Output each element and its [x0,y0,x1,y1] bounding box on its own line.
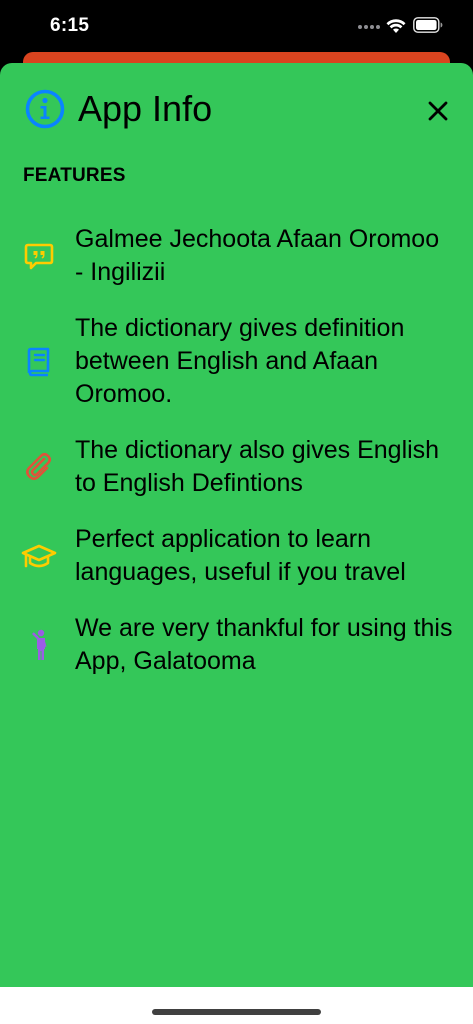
feature-item: The dictionary gives definition between … [0,312,473,411]
feature-item: Galmee Jechoota Afaan Oromoo - Ingilizii [0,223,473,289]
paperclip-icon [21,449,57,485]
graduation-cap-icon [21,538,57,574]
wifi-icon [386,19,406,33]
book-icon [21,344,57,380]
close-icon [428,101,448,121]
app-info-sheet: App Info FEATURES Galmee Jechoota Afaan … [0,63,473,987]
cellular-signal-icon [358,25,380,29]
feature-text: We are very thankful for using this App,… [75,614,453,675]
screen: 6:15 App Info FEATURES Galmee Jechoota A… [0,0,473,1024]
feature-list: Galmee Jechoota Afaan Oromoo - Ingilizii… [0,223,473,701]
feature-text: Galmee Jechoota Afaan Oromoo - Ingilizii [75,225,440,286]
waving-person-icon [21,627,57,663]
sheet-header: App Info [0,63,473,153]
close-button[interactable] [420,93,456,129]
quote-bubble-icon [21,238,57,274]
feature-item: The dictionary also gives English to Eng… [0,434,473,500]
home-indicator[interactable] [152,1009,321,1015]
feature-item: Perfect application to learn languages, … [0,523,473,589]
section-header-features: FEATURES [23,165,126,186]
battery-icon [413,17,443,33]
info-circle-icon [25,89,65,129]
status-bar: 6:15 [0,0,473,52]
home-indicator-area [0,987,473,1024]
feature-text: Perfect application to learn languages, … [75,525,406,586]
status-time: 6:15 [50,15,90,36]
page-title: App Info [78,88,213,129]
feature-text: The dictionary gives definition between … [75,314,405,408]
feature-text: The dictionary also gives English to Eng… [75,436,440,497]
feature-item: We are very thankful for using this App,… [0,612,473,678]
